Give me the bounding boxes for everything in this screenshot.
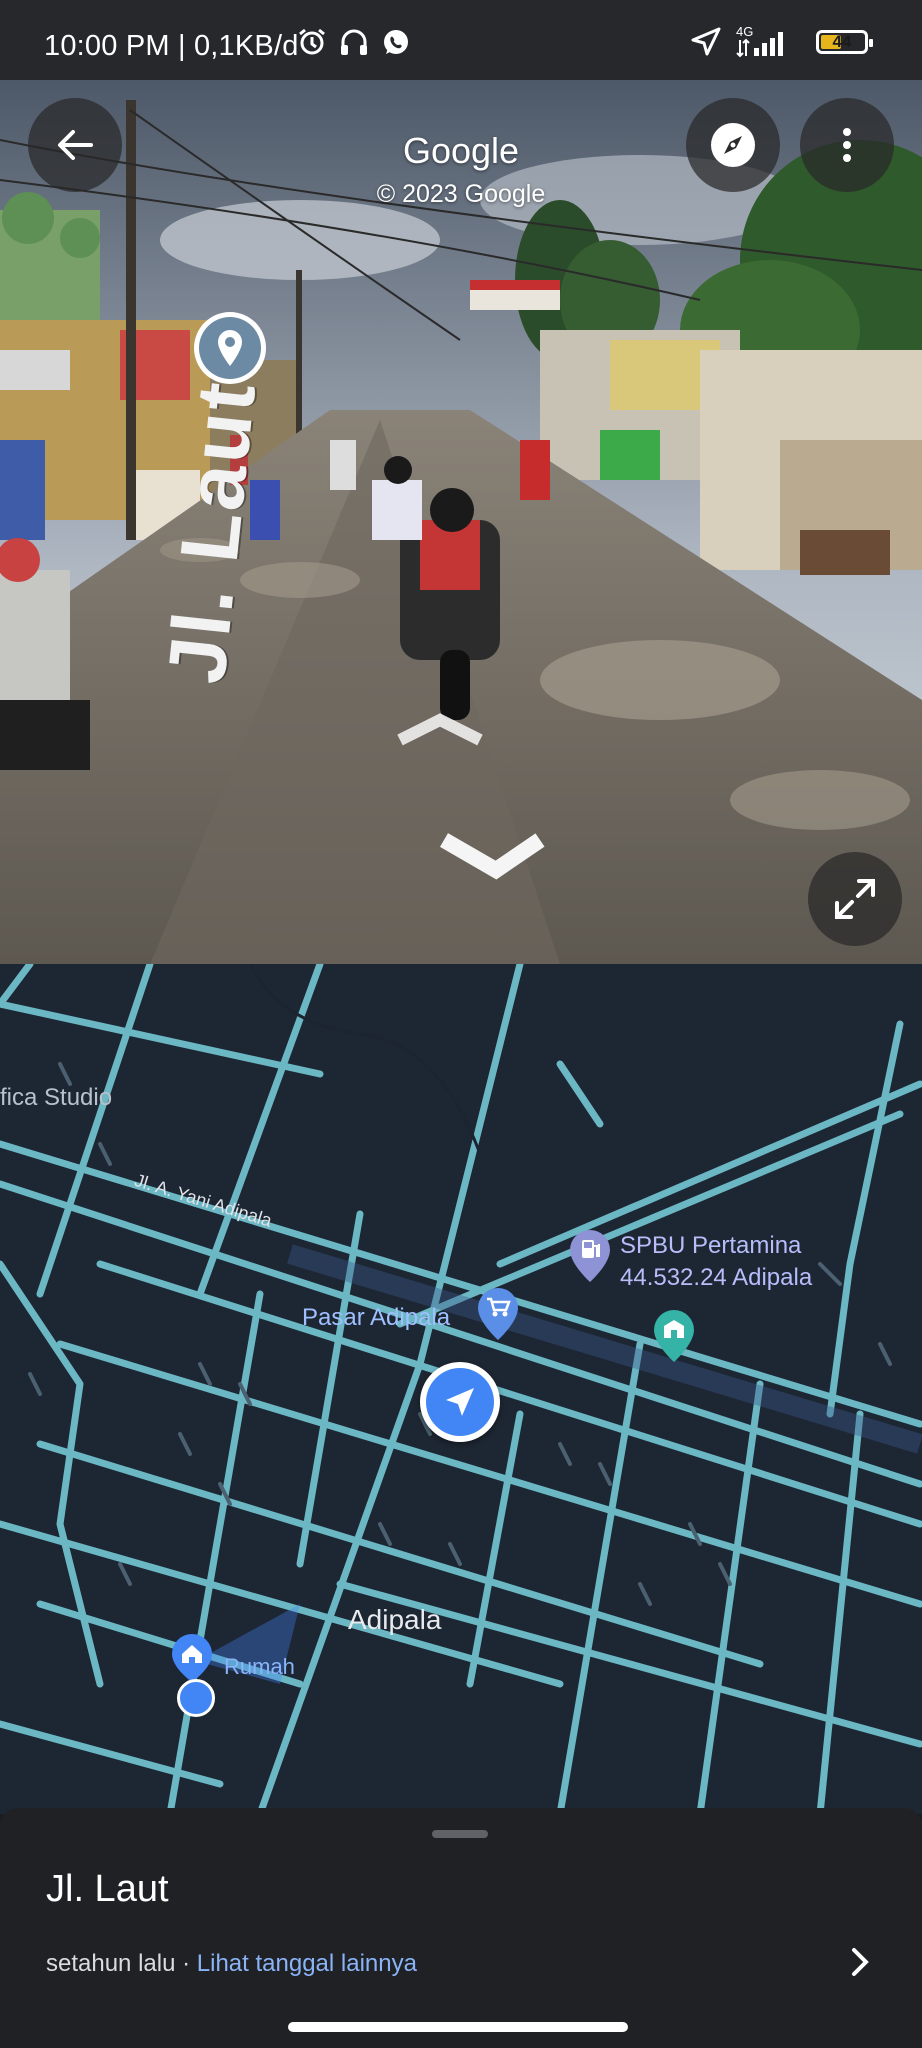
status-time: 10:00 PM | 0,1KB/d bbox=[44, 30, 299, 62]
imagery-date: setahun lalu bbox=[46, 1950, 176, 1977]
location-arrow-icon bbox=[691, 27, 721, 56]
gesture-navigation-bar[interactable] bbox=[288, 2022, 628, 2032]
home-icon bbox=[172, 1634, 212, 1682]
gas-station-pin[interactable] bbox=[568, 1228, 612, 1289]
place-title: Jl. Laut bbox=[46, 1868, 169, 1910]
back-button[interactable] bbox=[28, 98, 122, 192]
whatsapp-icon bbox=[384, 30, 408, 54]
back-arrow-icon bbox=[58, 130, 93, 160]
alarm-icon bbox=[299, 28, 325, 55]
market-label[interactable]: Pasar Adipala bbox=[302, 1304, 450, 1332]
street-photo bbox=[0, 80, 922, 964]
more-vert-icon bbox=[843, 128, 851, 162]
status-icons-right: 4G 44 bbox=[690, 24, 873, 58]
location-pin-icon bbox=[218, 330, 242, 366]
gas-station-detail[interactable]: 44.532.24 Adipala bbox=[620, 1264, 812, 1292]
battery-icon: 44 bbox=[816, 30, 873, 54]
home-location-dot[interactable] bbox=[177, 1679, 215, 1717]
expand-icon bbox=[835, 879, 875, 919]
battery-level: 44 bbox=[832, 32, 852, 51]
landmark-icon bbox=[654, 1310, 694, 1362]
expand-button[interactable] bbox=[808, 852, 902, 946]
status-bar: 10:00 PM | 0,1KB/d 4G 44 bbox=[0, 0, 922, 80]
navigation-arrow-icon bbox=[446, 1388, 474, 1416]
town-label: Adipala bbox=[348, 1604, 442, 1635]
market-pin[interactable] bbox=[476, 1286, 520, 1347]
separator: · bbox=[175, 1950, 197, 1977]
street-view-panorama[interactable]: Jl. Laut Google © 2023 Google bbox=[0, 80, 922, 964]
see-more-dates-link[interactable]: Lihat tanggal lainnya bbox=[197, 1950, 417, 1977]
compass-icon bbox=[711, 123, 755, 167]
home-label[interactable]: Rumah bbox=[224, 1654, 295, 1680]
signal-icon bbox=[736, 32, 783, 58]
map-label-studio[interactable]: fica Studio bbox=[0, 1084, 112, 1112]
copyright-text: © 2023 Google bbox=[376, 180, 546, 208]
bottom-sheet[interactable]: Jl. Laut setahun lalu · Lihat tanggal la… bbox=[0, 1808, 922, 2048]
my-location-marker[interactable] bbox=[420, 1362, 500, 1442]
sheet-drag-handle[interactable] bbox=[432, 1830, 488, 1838]
headphones-icon bbox=[341, 29, 367, 55]
location-pin-marker[interactable] bbox=[194, 312, 266, 384]
shopping-cart-icon bbox=[478, 1288, 518, 1340]
more-options-button[interactable] bbox=[800, 98, 894, 192]
gas-station-name[interactable]: SPBU Pertamina bbox=[620, 1232, 801, 1260]
status-icons-left bbox=[296, 26, 412, 58]
signal-indicator: 4G bbox=[736, 24, 796, 58]
google-brand: Google bbox=[402, 130, 520, 171]
imagery-date-row[interactable]: setahun lalu · Lihat tanggal lainnya bbox=[46, 1950, 417, 1978]
map-view[interactable]: fica Studio Jl. A. Yani Adipala SPBU Per… bbox=[0, 964, 922, 1814]
compass-button[interactable] bbox=[686, 98, 780, 192]
gas-station-icon bbox=[570, 1230, 610, 1282]
chevron-right-icon[interactable] bbox=[846, 1946, 874, 1978]
landmark-pin[interactable] bbox=[652, 1308, 696, 1369]
